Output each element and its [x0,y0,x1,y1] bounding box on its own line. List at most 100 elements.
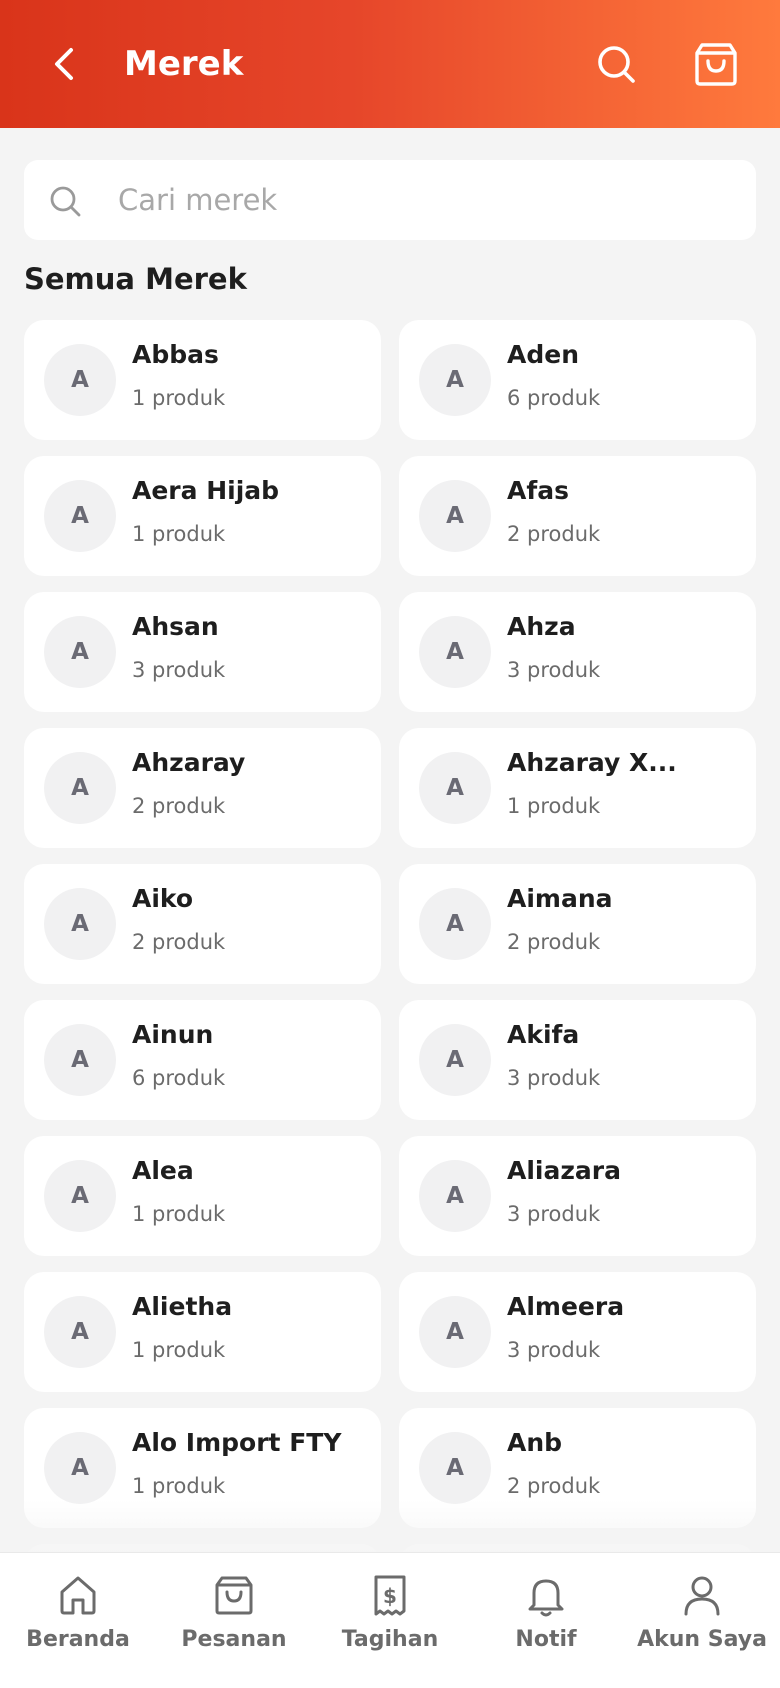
brand-card-ainun[interactable]: A Ainun 6 produk [24,1000,381,1120]
brand-product-count: 2 produk [507,522,601,546]
section-title: Semua Merek [24,262,247,296]
brand-name: Ahzaray X... [507,748,677,777]
brand-avatar: A [419,1160,491,1232]
shopping-bag-icon [695,43,737,86]
brand-avatar: A [44,1296,116,1368]
nav-label: Notif [515,1627,577,1652]
brand-avatar: A [419,616,491,688]
brand-name: Ahsan [132,612,219,641]
brand-avatar: A [419,480,491,552]
brand-product-count: 1 produk [132,1202,226,1226]
brand-product-count: 1 produk [507,794,601,818]
brand-card-aiko[interactable]: A Aiko 2 produk [24,864,381,984]
bill-icon: $ [374,1575,406,1616]
brand-card-almeera[interactable]: A Almeera 3 produk [399,1272,756,1392]
brand-product-count: 3 produk [132,658,226,682]
brand-product-count: 3 produk [507,658,601,682]
brand-card-ahzaray-x[interactable]: A Ahzaray X... 1 produk [399,728,756,848]
page-title: Merek [124,44,244,84]
app-header: Merek [0,0,780,128]
nav-item-akun-saya[interactable]: Akun Saya [624,1553,780,1688]
brand-name: Almeera [507,1292,625,1321]
brand-name: Aimana [507,884,613,913]
brand-card-abbas[interactable]: A Abbas 1 produk [24,320,381,440]
brand-product-count: 6 produk [507,386,601,410]
brand-name: Afas [507,476,569,505]
brand-name: Alietha [132,1292,233,1321]
brand-avatar: A [419,752,491,824]
brand-avatar: A [44,1432,116,1504]
brand-product-count: 1 produk [132,386,226,410]
brand-search-box[interactable] [24,160,756,240]
brand-avatar: A [44,752,116,824]
nav-item-notif[interactable]: Notif [468,1553,624,1688]
brand-name: Ahza [507,612,576,641]
brand-name: Alea [132,1156,194,1185]
brand-avatar: A [44,1160,116,1232]
nav-item-beranda[interactable]: Beranda [0,1553,156,1688]
brand-card-akifa[interactable]: A Akifa 3 produk [399,1000,756,1120]
brand-grid: A Abbas 1 produk A Aden 6 produk A Aera … [24,320,756,1664]
brand-product-count: 2 produk [132,930,226,954]
scroll-fade [0,1500,780,1552]
brand-card-aera-hijab[interactable]: A Aera Hijab 1 produk [24,456,381,576]
brand-name: Akifa [507,1020,580,1049]
brand-product-count: 2 produk [132,794,226,818]
search-icon [598,46,635,83]
brand-card-afas[interactable]: A Afas 2 produk [399,456,756,576]
brand-product-count: 2 produk [507,1474,601,1498]
brand-avatar: A [44,480,116,552]
brand-avatar: A [44,888,116,960]
brand-card-ahsan[interactable]: A Ahsan 3 produk [24,592,381,712]
nav-label: Akun Saya [637,1627,767,1652]
svg-text:$: $ [383,1584,397,1608]
brand-card-aimana[interactable]: A Aimana 2 produk [399,864,756,984]
brand-avatar: A [44,616,116,688]
brand-product-count: 1 produk [132,1474,226,1498]
nav-label: Beranda [26,1627,130,1652]
header-search-button[interactable] [592,40,640,88]
brand-avatar: A [44,1024,116,1096]
back-button[interactable] [44,40,84,88]
brand-name: Anb [507,1428,563,1457]
nav-item-pesanan[interactable]: Pesanan [156,1553,312,1688]
nav-label: Pesanan [181,1627,287,1652]
brand-name: Abbas [132,340,219,369]
bag-icon [215,1576,253,1615]
cart-button[interactable] [690,38,742,90]
brand-name: Ainun [132,1020,214,1049]
brand-product-count: 3 produk [507,1066,601,1090]
brand-name: Alo Import FTY [132,1428,342,1457]
brand-card-aliazara[interactable]: A Aliazara 3 produk [399,1136,756,1256]
brand-card-alea[interactable]: A Alea 1 produk [24,1136,381,1256]
brand-avatar: A [44,344,116,416]
brand-avatar: A [419,1024,491,1096]
brand-avatar: A [419,344,491,416]
brand-name: Aiko [132,884,194,913]
brand-card-ahzaray[interactable]: A Ahzaray 2 produk [24,728,381,848]
brand-avatar: A [419,1432,491,1504]
brand-card-ahza[interactable]: A Ahza 3 produk [399,592,756,712]
brand-product-count: 3 produk [507,1338,601,1362]
brand-name: Aden [507,340,579,369]
home-icon [60,1576,96,1615]
brand-product-count: 1 produk [132,1338,226,1362]
brand-avatar: A [419,888,491,960]
nav-item-tagihan[interactable]: $ Tagihan [312,1553,468,1688]
brand-product-count: 2 produk [507,930,601,954]
brand-card-aden[interactable]: A Aden 6 produk [399,320,756,440]
brand-product-count: 3 produk [507,1202,601,1226]
brand-name: Aera Hijab [132,476,280,505]
brand-product-count: 1 produk [132,522,226,546]
brand-name: Aliazara [507,1156,621,1185]
nav-label: Tagihan [341,1627,439,1652]
search-icon [50,186,81,217]
brand-card-alietha[interactable]: A Alietha 1 produk [24,1272,381,1392]
brand-avatar: A [419,1296,491,1368]
bottom-navigation: Beranda Pesanan $ Tagihan Notif Akun Say… [0,1552,780,1688]
bell-icon [528,1579,564,1617]
user-icon [684,1576,720,1616]
brand-page: Merek Semua Merek A Abbas 1 prod [0,0,780,1688]
brand-search-input[interactable] [118,174,718,226]
chevron-left-icon [55,48,73,80]
